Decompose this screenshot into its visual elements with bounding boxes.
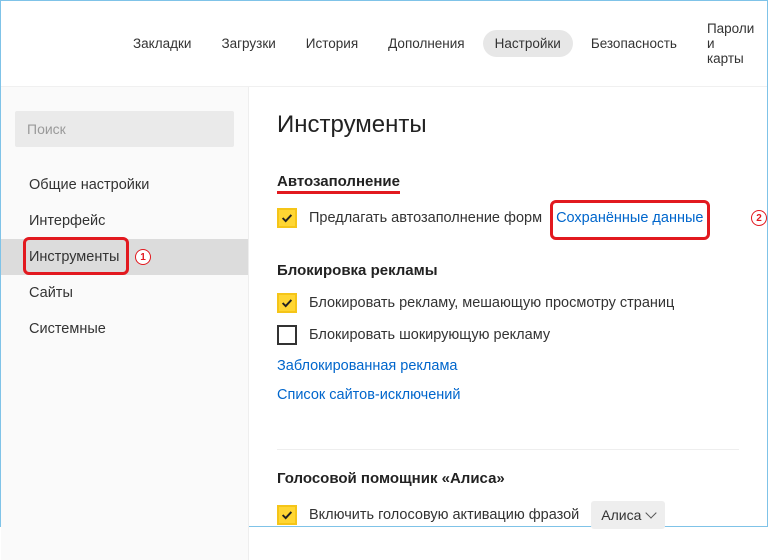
section-autofill: Автозаполнение Предлагать автозаполнение… xyxy=(277,173,739,228)
content-area: Поиск Общие настройки Интерфейс Инструме… xyxy=(1,87,767,560)
topnav-settings[interactable]: Настройки xyxy=(483,30,573,57)
annotation-underline: Автозаполнение xyxy=(277,173,400,194)
sidebar-item-system[interactable]: Системные xyxy=(1,311,248,347)
chevron-down-icon xyxy=(646,507,657,518)
topnav-security[interactable]: Безопасность xyxy=(579,30,689,57)
topnav-passwords[interactable]: Пароли и карты xyxy=(695,15,766,72)
section-adblock-heading: Блокировка рекламы xyxy=(277,262,739,279)
checkbox-block-shocking-label: Блокировать шокирующую рекламу xyxy=(309,327,550,343)
checkbox-suggest-label: Предлагать автозаполнение форм xyxy=(309,210,542,226)
sidebar-item-interface[interactable]: Интерфейс xyxy=(1,203,248,239)
checkbox-block-intrusive[interactable] xyxy=(277,293,297,313)
topnav-addons[interactable]: Дополнения xyxy=(376,30,476,57)
checkbox-block-shocking[interactable] xyxy=(277,325,297,345)
sidebar-item-tools[interactable]: Инструменты 1 xyxy=(1,239,248,275)
section-autofill-heading: Автозаполнение xyxy=(277,173,739,194)
dropdown-value: Алиса xyxy=(601,507,641,523)
section-alice: Голосовой помощник «Алиса» Включить голо… xyxy=(277,470,739,529)
adblock-shocking-row: Блокировать шокирующую рекламу xyxy=(277,325,739,345)
checkbox-suggest-autofill[interactable] xyxy=(277,208,297,228)
adblock-intrusive-row: Блокировать рекламу, мешающую просмотру … xyxy=(277,293,739,313)
section-adblock: Блокировка рекламы Блокировать рекламу, … xyxy=(277,262,739,415)
sidebar-item-sites[interactable]: Сайты xyxy=(1,275,248,311)
sidebar: Поиск Общие настройки Интерфейс Инструме… xyxy=(1,87,249,560)
topnav-bookmarks[interactable]: Закладки xyxy=(121,30,203,57)
link-saved-data[interactable]: Сохранённые данные xyxy=(556,210,703,226)
checkbox-voice-label: Включить голосовую активацию фразой xyxy=(309,507,579,523)
top-navigation: Закладки Загрузки История Дополнения Нас… xyxy=(1,1,767,87)
divider xyxy=(277,449,739,450)
annotation-callout-1: 1 xyxy=(135,249,151,265)
dropdown-activation-phrase[interactable]: Алиса xyxy=(591,501,665,529)
checkbox-block-intrusive-label: Блокировать рекламу, мешающую просмотру … xyxy=(309,295,674,311)
topnav-history[interactable]: История xyxy=(294,30,370,57)
alice-voice-row: Включить голосовую активацию фразой Алис… xyxy=(277,501,739,529)
search-input[interactable]: Поиск xyxy=(15,111,234,147)
topnav-downloads[interactable]: Загрузки xyxy=(209,30,287,57)
checkbox-voice-activation[interactable] xyxy=(277,505,297,525)
checkmark-icon xyxy=(280,211,294,225)
checkmark-icon xyxy=(280,296,294,310)
annotation-callout-2: 2 xyxy=(751,210,767,226)
link-site-exceptions[interactable]: Список сайтов-исключений xyxy=(277,387,460,403)
main-panel: Инструменты Автозаполнение Предлагать ав… xyxy=(249,87,767,560)
autofill-suggest-row: Предлагать автозаполнение форм Сохранённ… xyxy=(277,208,739,228)
sidebar-item-general[interactable]: Общие настройки xyxy=(1,167,248,203)
page-title: Инструменты xyxy=(277,111,739,139)
checkmark-icon xyxy=(280,508,294,522)
link-blocked-ads[interactable]: Заблокированная реклама xyxy=(277,358,458,374)
sidebar-item-label: Инструменты xyxy=(29,249,119,265)
section-alice-heading: Голосовой помощник «Алиса» xyxy=(277,470,739,487)
